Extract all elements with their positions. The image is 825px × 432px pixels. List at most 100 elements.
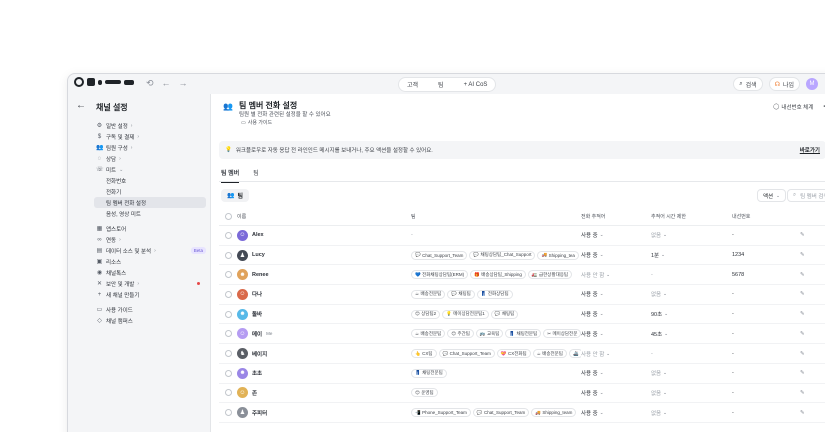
time-limit-dropdown[interactable]: -	[651, 272, 732, 278]
team-chip[interactable]: ☕ 배송전문팀	[411, 289, 446, 299]
notice-link[interactable]: 바로가기	[800, 146, 820, 154]
edit-icon[interactable]: ✎	[800, 291, 806, 297]
sidebar-item[interactable]: 👥 팀원 구성 ›	[94, 142, 206, 153]
workspace-icon[interactable]	[124, 79, 134, 85]
back-arrow-icon[interactable]: ←	[76, 100, 86, 111]
time-limit-dropdown[interactable]: 1분 ⌄	[651, 251, 732, 259]
team-chip[interactable]: 🎁 배송상담팀_Shipping	[470, 270, 526, 280]
edit-icon[interactable]: ✎	[800, 410, 806, 416]
call-tracking-dropdown[interactable]: 사용 안 함 ⌄	[581, 350, 651, 358]
back-icon[interactable]: ←	[162, 78, 171, 89]
sidebar-item[interactable]: ▣ 리소스	[94, 256, 206, 267]
team-chip[interactable]: 💡 메이상담전문팀1	[442, 309, 489, 319]
history-icon[interactable]: ⟲	[146, 78, 154, 89]
team-chip[interactable]: 🚢	[568, 349, 581, 359]
action-dropdown[interactable]: 액션 ⌄	[757, 189, 786, 202]
time-limit-dropdown[interactable]: 45초 ⌄	[651, 330, 732, 338]
header-name[interactable]: 이름	[237, 213, 411, 220]
header-extension[interactable]: 내선번호	[732, 213, 800, 220]
sidebar-item[interactable]: ∞ 연동 ›	[94, 234, 206, 245]
time-limit-dropdown[interactable]: 없음 ⌄	[651, 369, 732, 377]
sidebar-item[interactable]: ▦ 앱스토어	[94, 223, 206, 234]
team-chip[interactable]: 😊 상담팀2	[411, 309, 441, 319]
team-chip[interactable]: 💙 전화채팅상담팀(ERM)	[411, 270, 469, 280]
table-row[interactable]: ♟ Lucy 💬 Chat_Support_Team 💬 채팅상담팀_Chat_Suppo…	[219, 246, 825, 266]
table-row[interactable]: ☺ 다나 ☕ 배송전문팀 💬 채팅팀 👖 전화상담팀 사용 중 ⌄ 없음 ⌄ - ✎	[219, 285, 825, 305]
call-tracking-dropdown[interactable]: 사용 중 ⌄	[581, 251, 651, 259]
team-chip[interactable]: 📲 Phone_Support_Team	[411, 408, 471, 418]
team-chip[interactable]: 🚚 Shipping_tea	[537, 250, 579, 260]
sidebar-item[interactable]: $ 구독 및 결제 ›	[94, 131, 206, 142]
sidebar-item[interactable]: ⚙ 일반 설정 ›	[94, 120, 206, 131]
search-button[interactable]: ⌕ 검색	[733, 77, 763, 91]
top-tab-ai-cos[interactable]: + AI CoS	[464, 82, 488, 88]
team-chip[interactable]: 💬 채팅상담팀_Chat_Support	[469, 250, 536, 260]
call-tracking-dropdown[interactable]: 사용 중 ⌄	[581, 409, 651, 417]
row-checkbox[interactable]	[224, 330, 232, 338]
call-tracking-dropdown[interactable]: 사용 중 ⌄	[581, 290, 651, 298]
sidebar-item[interactable]: 음성, 영상 미트	[94, 208, 206, 219]
table-row[interactable]: ☺ 메이 Me ☕ 배송전문팀 😊 주간팀 🚌 교육팀 👖 채팅전문팀 ✂ 메이상담전문 사용 중 ⌄ 45초…	[219, 325, 825, 345]
team-chip[interactable]: 🚌 교육팀	[475, 329, 504, 339]
guide-link[interactable]: ▭ 사용 가이드	[241, 119, 272, 127]
time-limit-dropdown[interactable]: 없음 ⌄	[651, 231, 732, 239]
row-checkbox[interactable]	[224, 350, 232, 358]
team-chip[interactable]: 💬 Chat_Support_Team	[411, 250, 468, 260]
team-filter-button[interactable]: 👥 팀	[221, 189, 250, 202]
table-row[interactable]: ☺ 존 😊 운영팀 사용 중 ⌄ 없음 ⌄ - ✎	[219, 384, 825, 404]
header-team[interactable]: 팀	[411, 213, 581, 220]
select-all-checkbox[interactable]	[224, 213, 232, 220]
call-tracking-dropdown[interactable]: 사용 중 ⌄	[581, 330, 651, 338]
sidebar-item[interactable]: ◉ 채널톡스	[94, 267, 206, 278]
sidebar-item[interactable]: + 새 채널 만들기	[94, 289, 206, 300]
team-chip[interactable]: ☕ 배송전문팀	[532, 349, 567, 359]
team-chip[interactable]: 👖 채팅전문팀	[505, 329, 542, 339]
call-tracking-dropdown[interactable]: 사용 중 ⌄	[581, 389, 651, 397]
workspace-icon[interactable]	[105, 80, 121, 84]
team-chip[interactable]: 🚚 Shipping_team	[531, 408, 577, 418]
table-row[interactable]: ☻ 초초 👖 채팅전문팀 사용 중 ⌄ 없음 ⌄ - ✎	[219, 364, 825, 384]
member-search-input[interactable]: ⌕ 팀 멤버 검색	[787, 189, 825, 202]
time-limit-dropdown[interactable]: 없음 ⌄	[651, 389, 732, 397]
team-chip[interactable]: 👆 CX팀	[411, 349, 437, 359]
row-checkbox[interactable]	[224, 409, 232, 417]
sidebar-item[interactable]: ▭ 사용 가이드	[94, 304, 206, 315]
header-call-tracking[interactable]: 전화 추적어	[581, 213, 651, 220]
edit-icon[interactable]: ✎	[800, 232, 806, 238]
edit-icon[interactable]: ✎	[800, 390, 806, 396]
team-chip[interactable]: 👖 전화상담팀	[476, 289, 513, 299]
sidebar-item[interactable]: 팀 멤버 전화 설정	[94, 197, 206, 208]
workspace-icon[interactable]	[98, 79, 102, 85]
header-time-limit[interactable]: 추적어 시간 제한	[651, 213, 732, 220]
team-chip[interactable]: 🚛 급한상황대응팀	[527, 270, 573, 280]
row-checkbox[interactable]	[224, 231, 232, 239]
table-row[interactable]: ☻ Renee 💙 전화채팅상담팀(ERM) 🎁 배송상담팀_Shipping 🚛 급한상황대…	[219, 265, 825, 286]
team-chip[interactable]: ✂ 메이상담전문	[543, 329, 581, 339]
time-limit-dropdown[interactable]: 90초 ⌄	[651, 310, 732, 318]
edit-icon[interactable]: ✎	[800, 252, 806, 258]
top-tab-team[interactable]: 팀	[438, 80, 444, 89]
table-row[interactable]: ♞ 베이지 👆 CX팀 💬 Chat_Support_Team 💝 CX전화팀 ☕ 배송전문팀 🚢 사…	[219, 344, 825, 364]
sidebar-item[interactable]: 전화번호	[94, 175, 206, 186]
team-chip[interactable]: 😊 운영팀	[411, 388, 438, 398]
row-checkbox[interactable]	[224, 369, 232, 377]
team-chip[interactable]: 💬 Chat_Support_Team	[438, 349, 495, 359]
user-avatar[interactable]: M	[806, 78, 818, 90]
row-checkbox[interactable]	[224, 251, 232, 259]
edit-icon[interactable]: ✎	[800, 351, 806, 357]
app-logo-icon[interactable]	[74, 77, 84, 87]
team-chip[interactable]: 💬 채팅팀	[447, 289, 475, 299]
row-checkbox[interactable]	[224, 389, 232, 397]
row-checkbox[interactable]	[224, 271, 232, 279]
edit-icon[interactable]: ✎	[800, 272, 806, 278]
edit-icon[interactable]: ✎	[800, 331, 806, 337]
app-switcher[interactable]	[74, 77, 134, 87]
sidebar-item[interactable]: 전화기	[94, 186, 206, 197]
team-chip[interactable]: 💬 Chat_Support_Team	[472, 408, 530, 418]
forward-icon[interactable]: →	[179, 78, 188, 89]
status-button[interactable]: ☊ 나임	[768, 77, 800, 91]
edit-icon[interactable]: ✎	[800, 311, 806, 317]
team-chip[interactable]: ☕ 배송전문팀	[411, 329, 446, 339]
table-row[interactable]: ☺ Alex - 사용 중 ⌄ 없음 ⌄ - ✎	[219, 226, 825, 246]
sidebar-item[interactable]: ◌ 상담 ›	[94, 153, 206, 164]
